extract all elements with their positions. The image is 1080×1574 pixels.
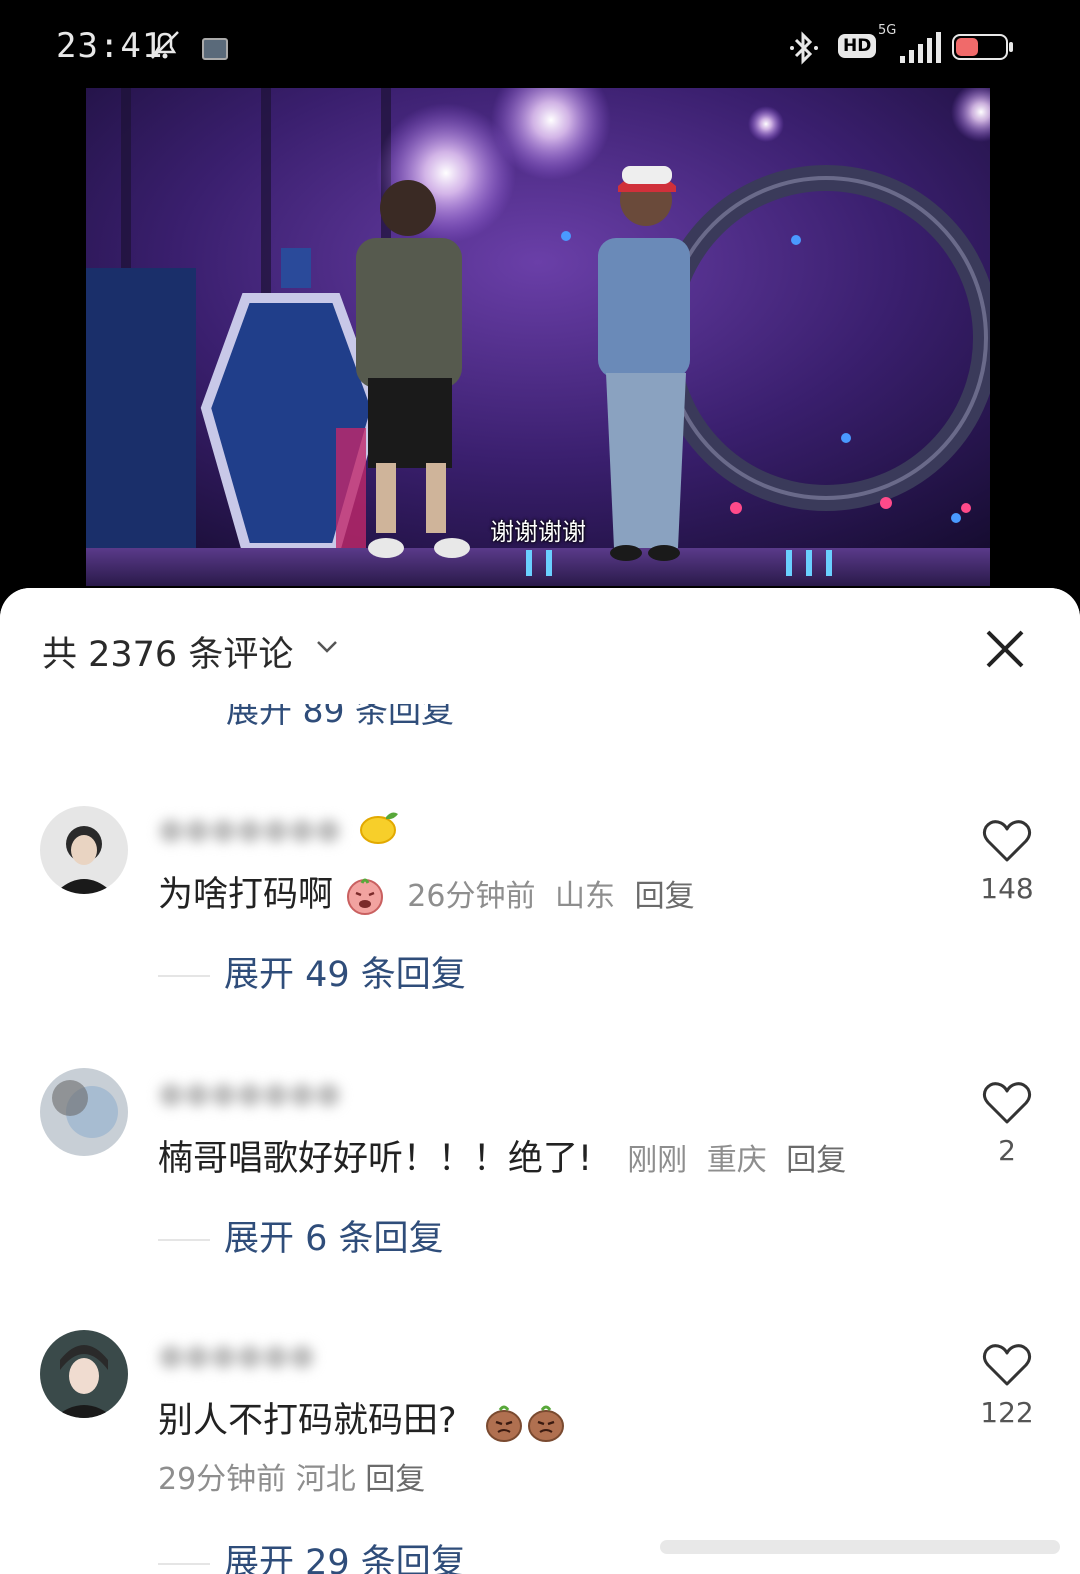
comment-text: 别人不打码就码田? (158, 1401, 457, 1441)
comment-meta: 26分钟前 山东 回复 (407, 879, 704, 914)
expand-replies-label: 展开 49 条回复 (224, 955, 466, 995)
like-control: 122 (974, 1342, 1040, 1429)
hd-voice-icon: HD (838, 34, 877, 58)
like-control: 2 (974, 1080, 1040, 1167)
angry-potato-emoji-icon (485, 1405, 564, 1442)
like-count: 2 (998, 1134, 1016, 1167)
avatar-image-blurred (40, 1068, 128, 1156)
comment-time: 刚刚 (627, 1143, 688, 1178)
like-count: 122 (980, 1396, 1034, 1429)
expand-replies-button[interactable]: 展开 49 条回复 (158, 946, 466, 997)
avatar-image (40, 1330, 128, 1418)
reply-button[interactable]: 回复 (635, 879, 695, 914)
comment-location: 重庆 (706, 1143, 767, 1178)
comment-count-title[interactable]: 共 2376 条评论 (42, 626, 293, 677)
lemon-emoji-icon (360, 812, 398, 844)
battery-icon (952, 34, 1013, 60)
heart-icon[interactable] (982, 1342, 1032, 1388)
bluetooth-icon (790, 31, 818, 65)
divider-line (158, 1239, 210, 1241)
username-blurred: ●●●●●● (158, 1338, 316, 1373)
comment-location: 山东 (555, 879, 616, 914)
comment-text-line: 楠哥唱歌好好听！！！绝了! 刚刚 重庆 回复 (158, 1130, 856, 1181)
comment-location: 河北 (295, 1462, 356, 1497)
comment-time: 26分钟前 (407, 879, 536, 914)
mute-bell-icon (151, 31, 179, 59)
expand-replies-label: 展开 6 条回复 (224, 1219, 444, 1259)
heart-icon[interactable] (982, 818, 1032, 864)
like-count: 148 (980, 872, 1034, 905)
expand-replies-button[interactable]: 展开 29 条回复 (158, 1534, 466, 1574)
comment-time: 29分钟前 (158, 1462, 287, 1497)
avatar-image (40, 806, 128, 894)
comment-item: ●●●●●●● 楠哥唱歌好好听！！！绝了! 刚刚 重庆 回复 2 展开 6 条回… (0, 1062, 1080, 1272)
comments-header: 共 2376 条评论 (0, 588, 1080, 704)
comment-text: 楠哥唱歌好好听！！！绝了! (158, 1139, 593, 1179)
comment-text-line: 为啥打码啊 26分钟前 山东 回复 (158, 866, 705, 917)
heart-icon[interactable] (982, 1080, 1032, 1126)
reply-button[interactable]: 回复 (786, 1143, 846, 1178)
status-bar: 23:41 HD 5G (0, 0, 1080, 90)
signal-icon (900, 32, 941, 63)
avatar[interactable] (40, 1330, 128, 1418)
like-control: 148 (974, 818, 1040, 905)
avatar[interactable] (40, 806, 128, 894)
comment-meta: 29分钟前 河北 回复 (158, 1454, 425, 1498)
comment-text-line: 别人不打码就码田? (158, 1392, 568, 1444)
comment-meta: 刚刚 重庆 回复 (627, 1143, 856, 1178)
watermark-blur (660, 1540, 1060, 1554)
expand-replies-label: 展开 29 条回复 (224, 1543, 466, 1574)
app-notification-icon (202, 38, 228, 60)
divider-line (158, 975, 210, 977)
network-type-label: 5G (878, 23, 897, 38)
comments-sheet: 共 2376 条评论 展开 89 条回复 ●●●●●●● 为啥打码啊 26分钟前… (0, 588, 1080, 1574)
username-blurred: ●●●●●●● (158, 812, 342, 847)
avatar[interactable] (40, 1068, 128, 1156)
video-player[interactable]: 谢谢谢谢 (86, 88, 990, 586)
reply-button[interactable]: 回复 (365, 1462, 425, 1497)
comment-item: ●●●●●●● 为啥打码啊 26分钟前 山东 回复 148 展开 49 条回复 (0, 798, 1080, 1008)
divider-line (158, 1563, 210, 1565)
close-icon[interactable] (984, 628, 1026, 670)
expand-replies-button[interactable]: 展开 6 条回复 (158, 1210, 444, 1261)
crying-emoji-icon (347, 878, 384, 915)
video-subtitle: 谢谢谢谢 (490, 518, 586, 546)
comment-text: 为啥打码啊 (158, 875, 334, 915)
chevron-down-icon[interactable] (316, 640, 338, 654)
username-blurred: ●●●●●●● (158, 1076, 342, 1111)
